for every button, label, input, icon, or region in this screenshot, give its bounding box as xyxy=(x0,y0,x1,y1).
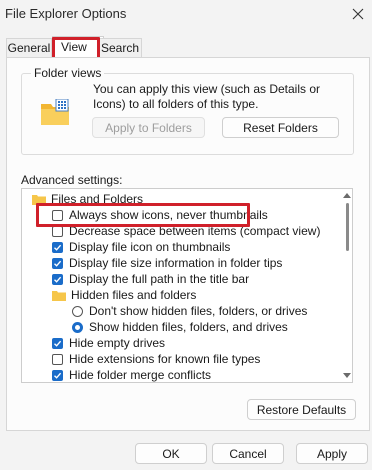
checkbox[interactable] xyxy=(52,369,63,381)
checkmark-icon xyxy=(54,276,62,283)
scroll-up-arrow-icon[interactable] xyxy=(343,192,351,198)
setting-display-full-path[interactable]: Display the full path in the title bar xyxy=(52,271,249,287)
setting-hide-empty-drives[interactable]: Hide empty drives xyxy=(52,335,165,351)
setting-always-show-icons[interactable]: Always show icons, never thumbnails xyxy=(52,207,268,223)
radio-button[interactable] xyxy=(72,305,83,317)
checkbox[interactable] xyxy=(52,273,63,285)
checkbox[interactable] xyxy=(52,209,63,221)
setting-label: Hide folder merge conflicts xyxy=(69,368,212,382)
checkmark-icon xyxy=(54,260,62,267)
folder-views-description: You can apply this view (such as Details… xyxy=(93,82,321,111)
checkbox[interactable] xyxy=(52,225,63,237)
tree-item-label: Files and Folders xyxy=(51,192,144,206)
scroll-down-arrow-icon[interactable] xyxy=(343,373,351,379)
setting-label: Decrease space between items (compact vi… xyxy=(69,224,321,238)
tab-general[interactable]: General xyxy=(6,38,52,57)
close-button[interactable] xyxy=(344,0,372,28)
setting-display-file-icon[interactable]: Display file icon on thumbnails xyxy=(52,239,230,255)
checkmark-icon xyxy=(54,244,62,251)
tree-folder-hidden-files: Hidden files and folders xyxy=(52,287,196,303)
setting-hide-extensions[interactable]: Hide extensions for known file types xyxy=(52,351,260,367)
setting-label: Show hidden files, folders, and drives xyxy=(89,320,288,334)
checkmark-icon xyxy=(54,372,62,379)
setting-show-hidden[interactable]: Show hidden files, folders, and drives xyxy=(72,319,288,335)
restore-defaults-button[interactable]: Restore Defaults xyxy=(247,399,356,420)
setting-hide-merge-conflicts[interactable]: Hide folder merge conflicts xyxy=(52,367,212,382)
checkbox[interactable] xyxy=(52,337,63,349)
folder-icon xyxy=(32,194,46,205)
tab-general-label: General xyxy=(7,41,51,55)
folder-views-group: Folder views You can apply this view (su… xyxy=(21,66,354,155)
close-icon xyxy=(352,8,364,20)
setting-display-file-size[interactable]: Display file size information in folder … xyxy=(52,255,282,271)
window-title: File Explorer Options xyxy=(5,6,127,21)
file-explorer-options-dialog: File Explorer Options General View Searc… xyxy=(0,0,372,470)
setting-decrease-space[interactable]: Decrease space between items (compact vi… xyxy=(52,223,320,239)
view-tab-panel: Folder views You can apply this view (su… xyxy=(6,57,370,431)
advanced-settings-label: Advanced settings: xyxy=(21,173,123,187)
checkbox[interactable] xyxy=(52,241,63,253)
tab-search[interactable]: Search xyxy=(98,38,142,57)
cancel-button[interactable]: Cancel xyxy=(212,443,284,464)
folder-icon xyxy=(52,290,66,301)
setting-label: Display the full path in the title bar xyxy=(69,272,250,286)
tab-search-label: Search xyxy=(100,41,140,55)
apply-button[interactable]: Apply xyxy=(296,443,368,464)
apply-to-folders-button[interactable]: Apply to Folders xyxy=(92,117,205,138)
setting-label: Always show icons, never thumbnails xyxy=(69,208,268,222)
checkmark-icon xyxy=(54,340,62,347)
checkbox[interactable] xyxy=(52,353,63,365)
setting-label: Hide extensions for known file types xyxy=(69,352,261,366)
setting-label: Display file size information in folder … xyxy=(69,256,283,270)
tab-view-label: View xyxy=(61,40,87,54)
tree-scrollbar[interactable] xyxy=(342,189,352,382)
advanced-settings-tree: Files and Folders Always show icons, nev… xyxy=(21,188,353,383)
ok-button[interactable]: OK xyxy=(135,443,207,464)
tree-folder-files-and-folders: Files and Folders xyxy=(32,191,143,207)
setting-label: Don't show hidden files, folders, or dri… xyxy=(89,304,308,318)
tree-item-label: Hidden files and folders xyxy=(71,288,197,302)
folder-view-icon xyxy=(41,99,69,125)
reset-folders-button[interactable]: Reset Folders xyxy=(222,117,339,138)
setting-label: Hide empty drives xyxy=(69,336,166,350)
setting-dont-show-hidden[interactable]: Don't show hidden files, folders, or dri… xyxy=(72,303,307,319)
radio-button[interactable] xyxy=(72,321,83,333)
folder-views-legend: Folder views xyxy=(31,66,105,80)
checkbox[interactable] xyxy=(52,257,63,269)
scrollbar-thumb[interactable] xyxy=(346,203,349,251)
setting-label: Display file icon on thumbnails xyxy=(69,240,231,254)
title-bar: File Explorer Options xyxy=(0,0,372,30)
tab-view[interactable]: View xyxy=(52,36,104,57)
